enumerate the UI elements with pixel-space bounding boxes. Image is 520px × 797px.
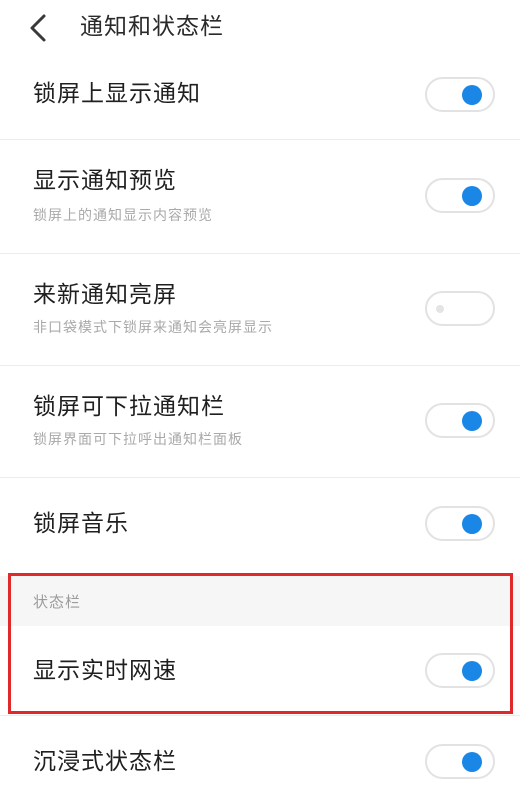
setting-title: 锁屏上显示通知 [33,81,201,107]
lockscreen-notifications-toggle[interactable] [425,77,495,112]
setting-title: 沉浸式状态栏 [33,749,177,775]
setting-title: 显示通知预览 [33,168,177,194]
toggle-knob [462,84,482,105]
setting-row-lockscreen-music[interactable]: 锁屏音乐 [0,478,520,576]
setting-row-notification-preview[interactable]: 显示通知预览 锁屏上的通知显示内容预览 [0,140,520,254]
toggle-knob [462,513,482,534]
lockscreen-pulldown-toggle[interactable] [425,403,495,438]
realtime-net-speed-toggle[interactable] [425,653,495,688]
chevron-left-icon [30,14,46,42]
lockscreen-music-toggle[interactable] [425,506,495,541]
setting-subtitle: 锁屏上的通知显示内容预览 [33,208,213,224]
setting-row-lockscreen-pulldown[interactable]: 锁屏可下拉通知栏 锁屏界面可下拉呼出通知栏面板 [0,366,520,478]
setting-subtitle: 锁屏界面可下拉呼出通知栏面板 [33,432,243,448]
setting-title: 显示实时网速 [33,658,177,684]
app-header: 通知和状态栏 [0,0,520,56]
setting-row-immersive-status-bar[interactable]: 沉浸式状态栏 [0,716,520,797]
setting-title: 锁屏音乐 [33,511,129,537]
setting-row-lockscreen-notifications[interactable]: 锁屏上显示通知 [0,56,520,140]
setting-title: 锁屏可下拉通知栏 [33,394,225,420]
back-button[interactable] [22,10,58,46]
section-label: 状态栏 [33,593,82,611]
setting-title: 来新通知亮屏 [33,282,177,308]
notification-preview-toggle[interactable] [425,178,495,213]
status-bar-section-header: 状态栏 [0,576,520,626]
toggle-knob [462,660,482,681]
setting-row-realtime-net-speed[interactable]: 显示实时网速 [0,626,520,716]
toggle-knob [462,410,482,431]
toggle-knob [436,304,444,313]
page-title: 通知和状态栏 [80,14,224,40]
toggle-knob [462,185,482,206]
setting-row-wake-on-notification[interactable]: 来新通知亮屏 非口袋模式下锁屏来通知会亮屏显示 [0,254,520,366]
setting-subtitle: 非口袋模式下锁屏来通知会亮屏显示 [33,320,273,336]
wake-on-notification-toggle[interactable] [425,291,495,326]
immersive-status-bar-toggle[interactable] [425,744,495,779]
toggle-knob [462,751,482,772]
